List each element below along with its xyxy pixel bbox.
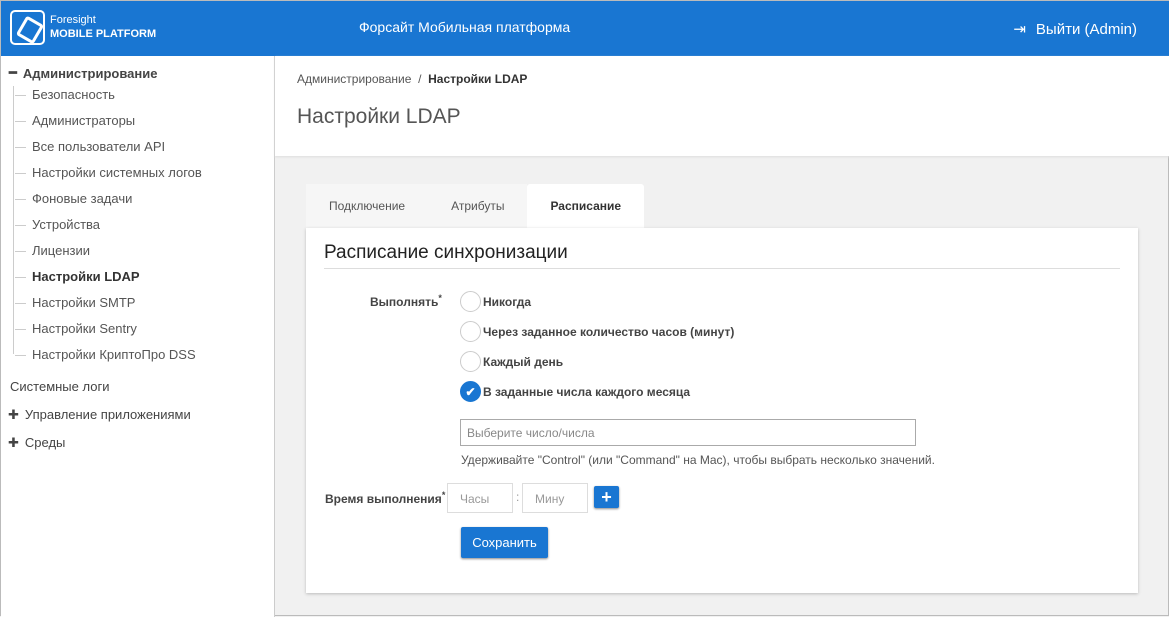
- days-select[interactable]: Выберите число/числа: [460, 419, 916, 446]
- radio-circle[interactable]: [460, 351, 481, 372]
- radio-label: Никогда: [483, 294, 532, 309]
- sidebar-item-smtp[interactable]: Настройки SMTP: [14, 295, 135, 310]
- run-label: Выполнять*: [370, 293, 442, 309]
- breadcrumb-current: Настройки LDAP: [428, 72, 528, 86]
- sidebar-item-envs[interactable]: ✚ Среды: [8, 435, 65, 451]
- sidebar-item-cryptopro[interactable]: Настройки КриптоПро DSS: [15, 347, 196, 362]
- hours-input[interactable]: Часы: [447, 483, 513, 513]
- radio-interval[interactable]: Через заданное количество часов (минут): [460, 321, 734, 342]
- sidebar-section-admin[interactable]: ━ Администрирование: [9, 65, 157, 81]
- time-label: Время выполнения*: [325, 490, 445, 506]
- radio-never[interactable]: Никогда: [460, 291, 531, 312]
- page-header: Администрирование / Настройки LDAP Настр…: [275, 56, 1169, 156]
- logout-button[interactable]: ⇥ Выйти (Admin): [1013, 20, 1137, 39]
- brand: Foresight MOBILE PLATFORM: [50, 13, 156, 41]
- time-label-text: Время выполнения: [325, 492, 442, 506]
- expand-icon: ✚: [8, 407, 19, 422]
- sidebar-item-apps[interactable]: ✚ Управление приложениями: [8, 407, 191, 423]
- tab-schedule[interactable]: Расписание: [527, 184, 645, 228]
- page-title: Настройки LDAP: [297, 105, 461, 128]
- tab-connection[interactable]: Подключение: [306, 184, 429, 228]
- tree-line: Безопасность Администраторы Все пользова…: [13, 86, 202, 362]
- tabs: Подключение Атрибуты Расписание: [306, 184, 645, 228]
- sidebar: ━ Администрирование Безопасность Админист…: [1, 56, 275, 617]
- sidebar-item-admins[interactable]: Администраторы: [14, 113, 135, 128]
- radio-circle[interactable]: [460, 291, 481, 312]
- radio-label: В заданные числа каждого месяца: [483, 384, 691, 399]
- envs-label: Среды: [24, 435, 66, 450]
- apps-label: Управление приложениями: [24, 407, 191, 422]
- add-time-button[interactable]: +: [594, 486, 619, 508]
- radio-label: Каждый день: [483, 354, 564, 369]
- select-hint: Удерживайте "Control" (или "Command" на …: [461, 453, 935, 467]
- radio-label: Через заданное количество часов (минут): [483, 324, 735, 339]
- sidebar-item-system-logs[interactable]: Системные логи: [10, 379, 109, 394]
- logs-label: Системные логи: [10, 379, 110, 394]
- logout-icon: ⇥: [1013, 21, 1026, 38]
- radio-circle[interactable]: [460, 321, 481, 342]
- sidebar-item-sentry[interactable]: Настройки Sentry: [15, 321, 137, 336]
- breadcrumb-separator: /: [418, 72, 422, 86]
- sidebar-item-security[interactable]: Безопасность: [15, 87, 115, 102]
- top-header: Foresight MOBILE PLATFORM Форсайт Мобильн…: [1, 1, 1169, 56]
- app-title: Форсайт Мобильная платформа: [359, 19, 571, 35]
- foresight-logo-icon: [10, 10, 45, 45]
- sidebar-item-ldap[interactable]: Настройки LDAP: [15, 269, 140, 284]
- schedule-card: Расписание синхронизации Выполнять* Нико…: [306, 228, 1138, 593]
- sidebar-item-syslog-settings[interactable]: Настройки системных логов: [15, 165, 202, 180]
- brand-bottom: MOBILE PLATFORM: [50, 28, 157, 40]
- tab-attributes[interactable]: Атрибуты: [428, 184, 528, 228]
- required-mark: *: [438, 293, 442, 303]
- run-label-text: Выполнять: [370, 295, 439, 309]
- expand-icon: ✚: [8, 435, 19, 450]
- sidebar-item-api-users[interactable]: Все пользователи API: [14, 139, 165, 154]
- sidebar-item-licenses[interactable]: Лицензии: [15, 243, 90, 258]
- minutes-input[interactable]: Мину: [522, 483, 588, 513]
- section-label: Администрирование: [22, 65, 158, 81]
- check-icon[interactable]: ✔: [460, 381, 481, 402]
- logout-label: Выйти (Admin): [1035, 20, 1137, 38]
- brand-top: Foresight: [50, 14, 96, 26]
- sidebar-item-devices[interactable]: Устройства: [14, 217, 100, 232]
- section-title: Расписание синхронизации: [324, 242, 1120, 269]
- breadcrumb-parent[interactable]: Администрирование: [297, 72, 411, 86]
- collapse-icon: ━: [9, 65, 17, 80]
- radio-daily[interactable]: Каждый день: [460, 351, 563, 372]
- sidebar-item-background-tasks[interactable]: Фоновые задачи: [14, 191, 132, 206]
- plus-icon: +: [601, 487, 612, 507]
- breadcrumb: Администрирование / Настройки LDAP: [297, 72, 527, 86]
- radio-monthly-days[interactable]: ✔ В заданные числа каждого месяца: [460, 381, 690, 402]
- required-mark: *: [441, 490, 446, 500]
- save-button[interactable]: Сохранить: [461, 527, 548, 558]
- time-colon: :: [516, 490, 520, 504]
